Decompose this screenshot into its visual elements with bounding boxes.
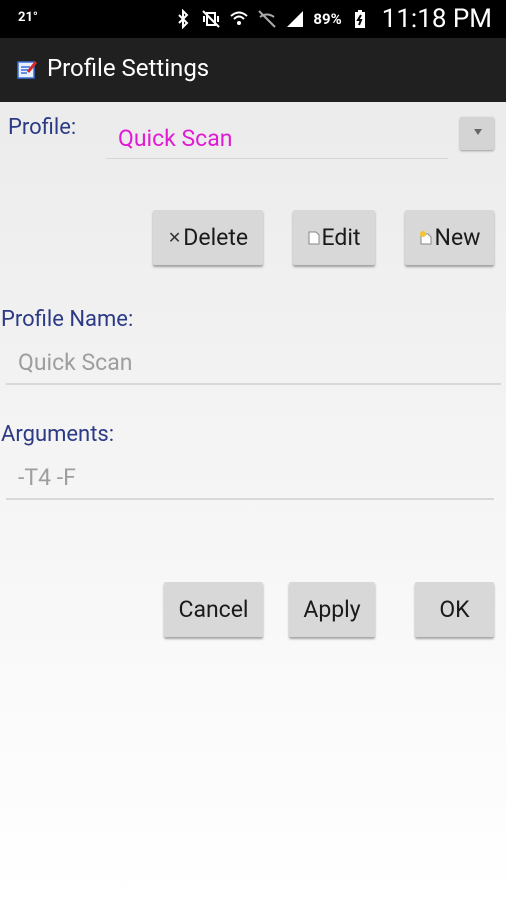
- cancel-button[interactable]: Cancel: [164, 582, 263, 637]
- apply-button[interactable]: Apply: [289, 582, 375, 637]
- ok-label: OK: [439, 596, 470, 623]
- arguments-label: Arguments:: [1, 422, 115, 447]
- edit-button[interactable]: Edit: [293, 210, 375, 265]
- dropdown-arrow-icon: [474, 129, 482, 135]
- status-bar: 21° 89% 11:18 PM: [0, 0, 506, 38]
- arguments-field[interactable]: -T4 -F: [6, 458, 494, 500]
- vibrate-icon: [202, 10, 221, 28]
- app-bar: Profile Settings: [0, 38, 506, 102]
- delete-button[interactable]: ✕ Delete: [153, 210, 263, 265]
- profile-name-label: Profile Name:: [1, 307, 134, 332]
- battery-charging-icon: [354, 10, 365, 28]
- arguments-value: -T4 -F: [18, 464, 76, 491]
- profile-name-field[interactable]: Quick Scan: [6, 343, 501, 385]
- edit-label: Edit: [321, 224, 361, 251]
- profile-dropdown-button[interactable]: [460, 117, 494, 150]
- profile-label: Profile:: [8, 115, 77, 140]
- data-icon: [258, 10, 277, 28]
- delete-label: Delete: [183, 224, 249, 251]
- wifi-icon: [230, 11, 249, 25]
- cancel-label: Cancel: [178, 596, 249, 623]
- selected-profile: Quick Scan: [118, 125, 233, 152]
- edit-icon: [308, 231, 320, 244]
- bluetooth-icon: [178, 9, 189, 29]
- new-icon: [419, 230, 432, 244]
- profile-selector[interactable]: Quick Scan: [106, 118, 448, 159]
- delete-icon: ✕: [167, 228, 182, 247]
- new-button[interactable]: New: [405, 210, 494, 265]
- battery-percent: 89%: [313, 10, 342, 28]
- profile-name-value: Quick Scan: [18, 349, 133, 376]
- page-title: Profile Settings: [47, 54, 210, 82]
- new-label: New: [434, 224, 481, 251]
- status-icons: 89% 11:18 PM: [173, 4, 492, 34]
- notepad-icon: [17, 61, 38, 79]
- apply-label: Apply: [303, 596, 361, 623]
- clock: 11:18 PM: [381, 4, 492, 34]
- ok-button[interactable]: OK: [415, 582, 494, 637]
- temperature: 21°: [18, 10, 38, 25]
- signal-icon: [287, 11, 304, 27]
